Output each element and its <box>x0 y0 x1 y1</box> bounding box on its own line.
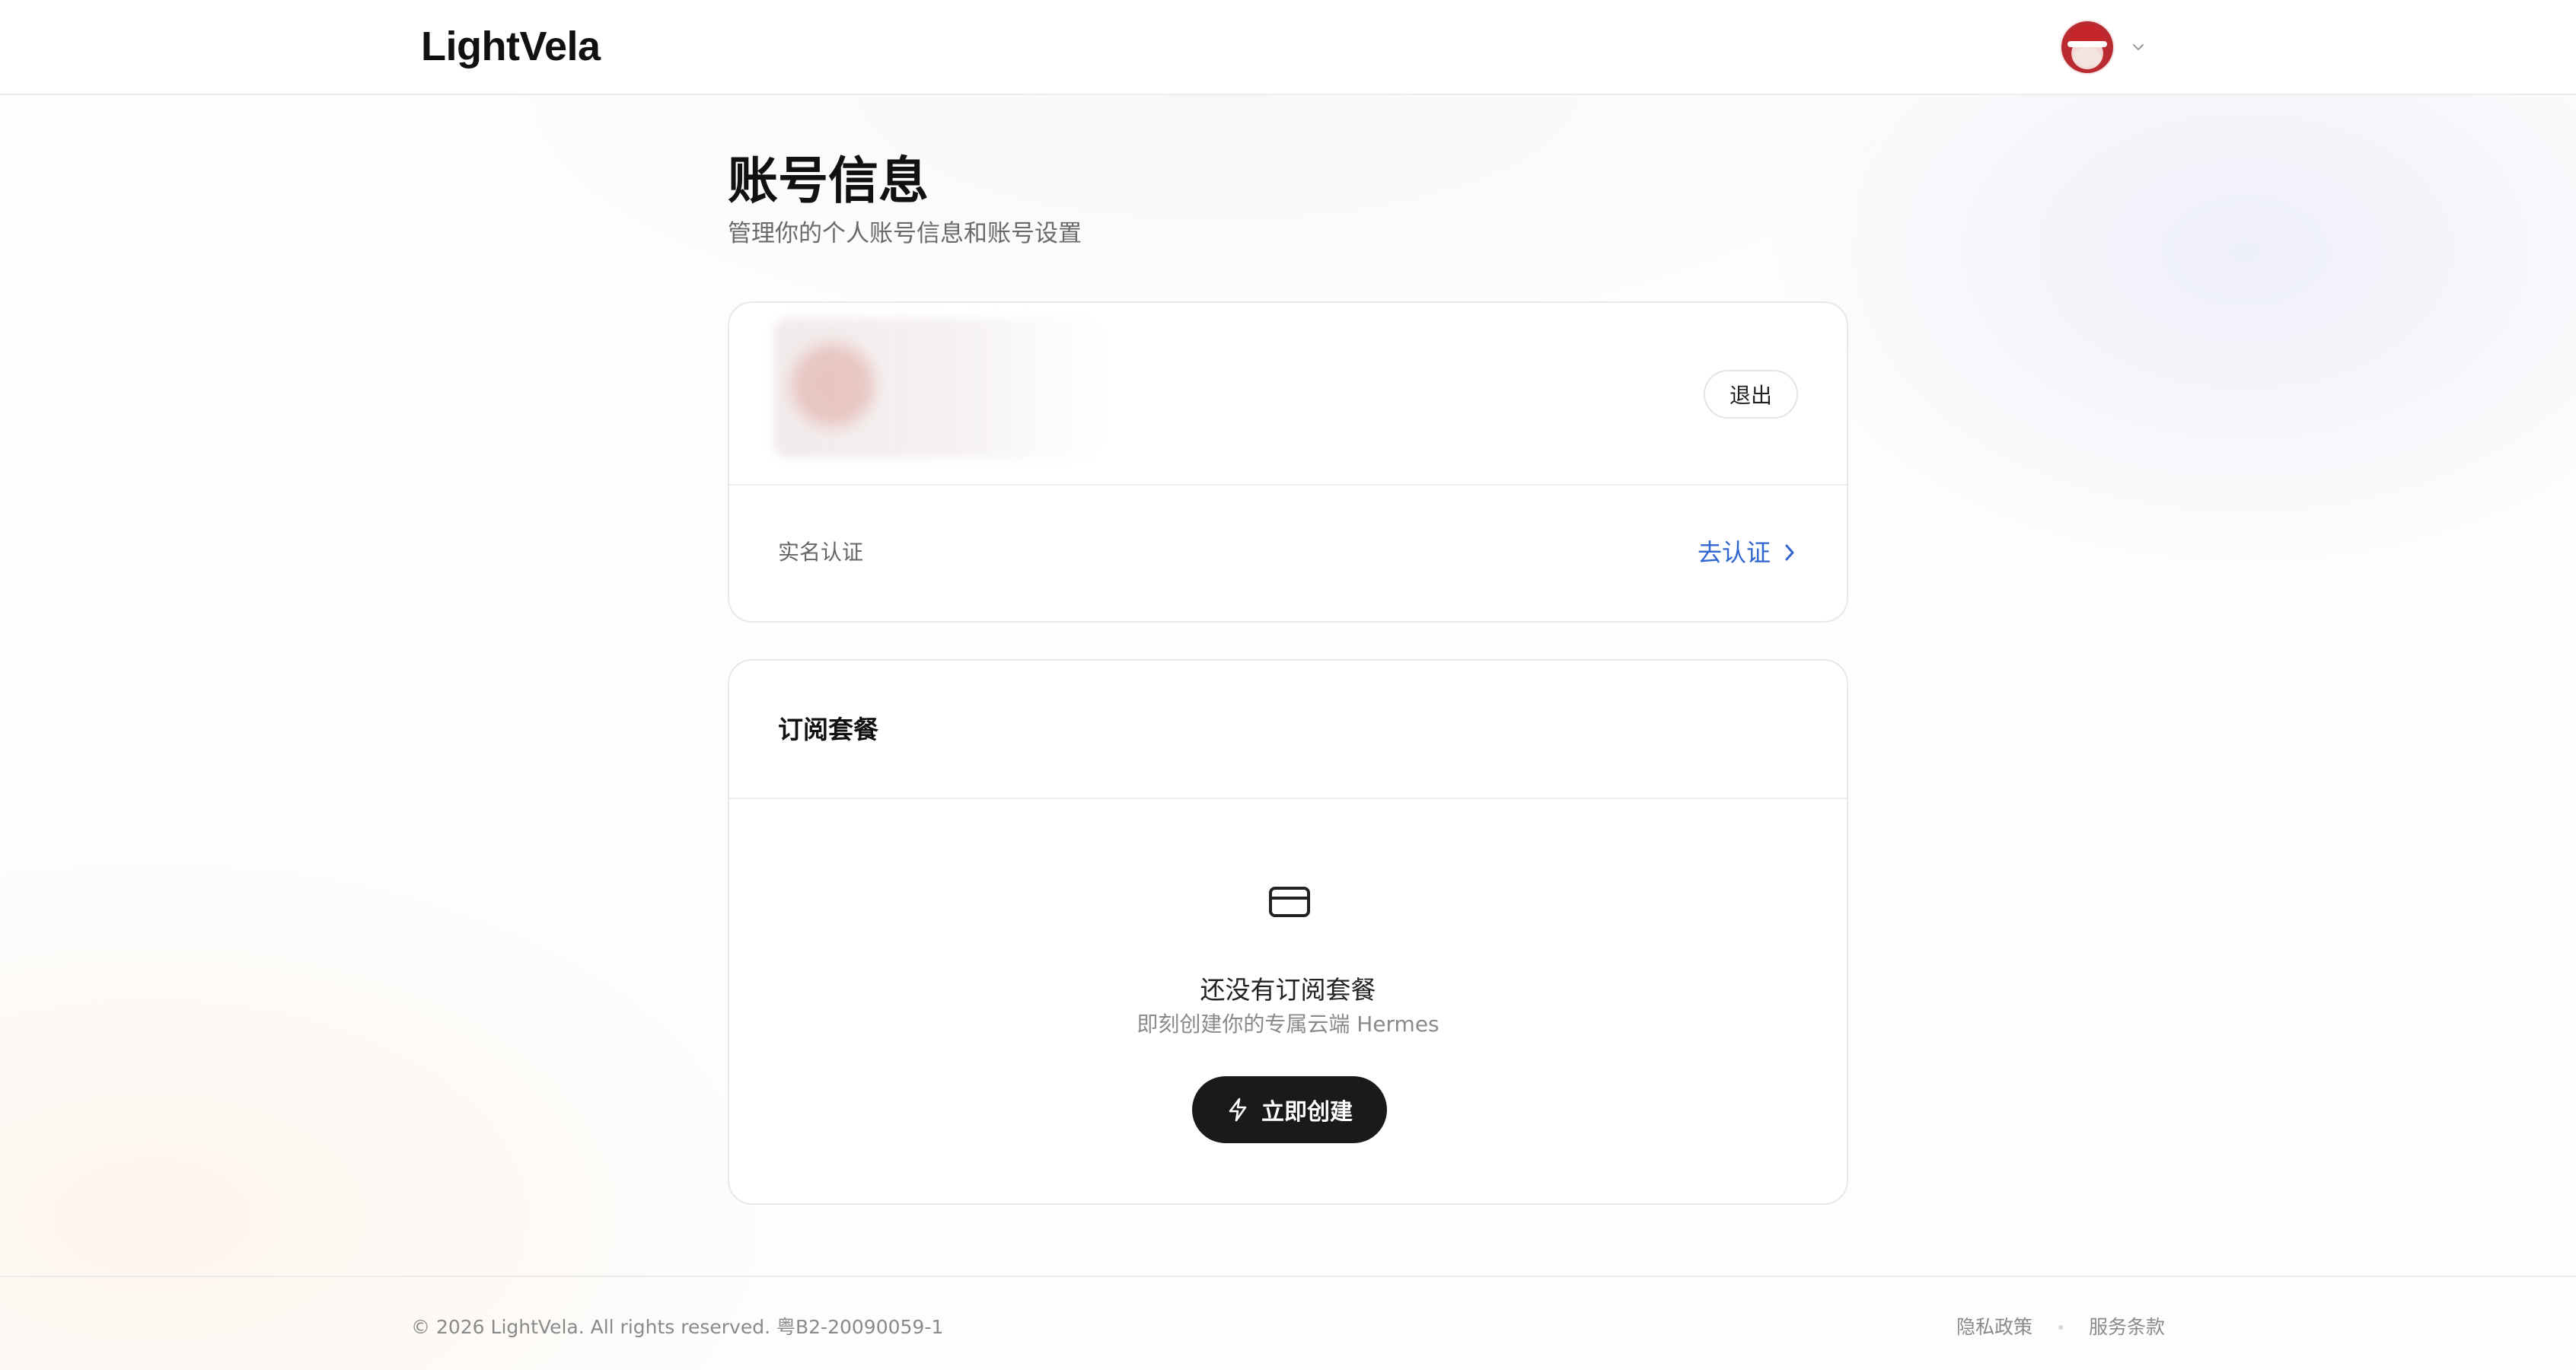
chevron-down-icon[interactable] <box>2130 39 2147 56</box>
lightning-icon <box>1229 1098 1247 1122</box>
credit-card-icon <box>1269 887 1310 917</box>
verification-label: 实名认证 <box>778 540 864 565</box>
logo[interactable]: LightVela <box>421 20 601 73</box>
subscription-empty-state: 还没有订阅套餐 即刻创建你的专属云端 Hermes 立即创建 <box>729 799 1847 1205</box>
logout-button[interactable]: 退出 <box>1704 370 1798 419</box>
page-title: 账号信息 <box>728 151 929 210</box>
footer-separator-dot <box>2058 1325 2063 1330</box>
verify-link-label: 去认证 <box>1697 538 1771 567</box>
create-now-label: 立即创建 <box>1261 1099 1353 1126</box>
empty-state-subtitle: 即刻创建你的专属云端 Hermes <box>1137 1012 1439 1037</box>
chevron-right-icon <box>1785 544 1794 561</box>
verification-row: 实名认证 去认证 <box>729 486 1847 621</box>
account-card: 退出 实名认证 去认证 <box>728 301 1848 623</box>
copyright-text: © 2026 LightVela. All rights reserved. 粤… <box>411 1316 944 1338</box>
avatar-face <box>2074 47 2101 67</box>
privacy-policy-link[interactable]: 隐私政策 <box>1956 1314 2032 1341</box>
create-now-button[interactable]: 立即创建 <box>1192 1076 1387 1143</box>
page-subtitle: 管理你的个人账号信息和账号设置 <box>728 220 1082 247</box>
user-menu[interactable] <box>2061 18 2153 76</box>
subscription-title: 订阅套餐 <box>778 715 878 744</box>
top-header: LightVela <box>0 0 2576 95</box>
avatar[interactable] <box>2061 21 2113 73</box>
avatar-hat-brim <box>2067 41 2107 47</box>
profile-row: 退出 <box>729 303 1847 486</box>
empty-state-title: 还没有订阅套餐 <box>1200 975 1376 1005</box>
subscription-header: 订阅套餐 <box>729 661 1847 799</box>
verify-link[interactable]: 去认证 <box>1698 534 1798 571</box>
footer-links: 隐私政策 服务条款 <box>1956 1314 2165 1341</box>
terms-of-service-link[interactable]: 服务条款 <box>2089 1314 2165 1341</box>
blurred-profile-info <box>773 318 1101 458</box>
footer: © 2026 LightVela. All rights reserved. 粤… <box>0 1276 2576 1370</box>
subscription-card: 订阅套餐 还没有订阅套餐 即刻创建你的专属云端 Hermes 立即创建 <box>728 659 1848 1205</box>
